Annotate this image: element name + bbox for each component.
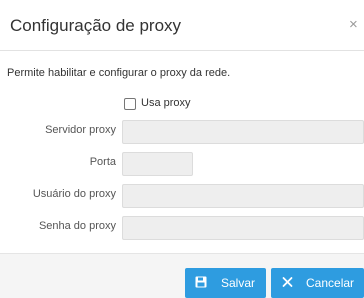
dialog-header: Configuração de proxy ×: [0, 0, 364, 51]
dialog-title: Configuração de proxy: [10, 16, 182, 35]
use-proxy-checkbox[interactable]: [124, 98, 136, 110]
cancel-button-label: Cancelar: [306, 276, 355, 290]
port-input[interactable]: [122, 152, 193, 176]
server-input[interactable]: [122, 120, 364, 144]
use-proxy-label: Usa proxy: [141, 97, 191, 109]
close-icon: [282, 276, 293, 291]
password-input[interactable]: [122, 216, 364, 240]
save-button-label: Salvar: [221, 276, 256, 290]
save-button[interactable]: Salvar: [185, 268, 266, 298]
proxy-config-dialog: Configuração de proxy × Permite habilita…: [0, 0, 364, 298]
user-input[interactable]: [122, 184, 364, 208]
password-label: Senha do proxy: [38, 220, 116, 232]
port-label: Porta: [89, 156, 116, 168]
dialog-close-button[interactable]: ×: [349, 16, 358, 34]
cancel-button[interactable]: Cancelar: [271, 268, 364, 298]
dialog-description: Permite habilitar e configurar o proxy d…: [7, 67, 231, 79]
user-label: Usuário do proxy: [32, 188, 116, 200]
dialog-body: Permite habilitar e configurar o proxy d…: [0, 51, 364, 253]
floppy-disk-icon: [195, 276, 207, 291]
server-label: Servidor proxy: [45, 124, 116, 136]
dialog-footer: Salvar Cancelar: [0, 253, 364, 298]
